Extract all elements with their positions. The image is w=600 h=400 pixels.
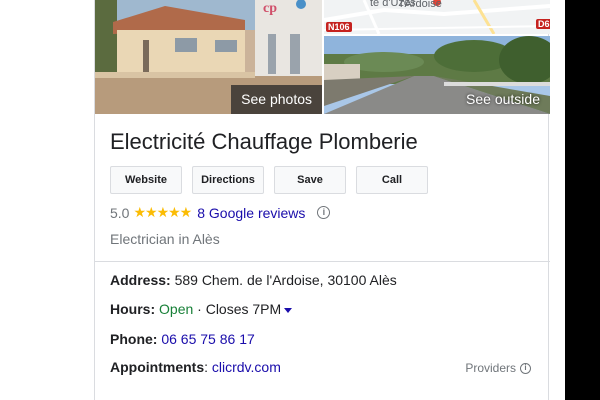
rating-value: 5.0 xyxy=(110,204,130,221)
road-badge-d6: D6 xyxy=(536,19,550,29)
directions-button[interactable]: Directions xyxy=(192,166,264,194)
hours-label: Hours: xyxy=(110,301,156,317)
phone-row: Phone: 06 65 75 86 17 xyxy=(110,331,255,347)
phone-label: Phone: xyxy=(110,331,158,347)
address-value: 589 Chem. de l'Ardoise, 30100 Alès xyxy=(174,272,397,288)
website-button[interactable]: Website xyxy=(110,166,182,194)
reviews-link[interactable]: 8 Google reviews xyxy=(197,205,305,221)
business-photo[interactable]: cp See photos xyxy=(95,0,322,114)
star-rating-icons: ★★★★★ xyxy=(133,204,192,220)
map-label-ardoise: l'Ardoise xyxy=(400,0,442,10)
hours-row: Hours: Open · Closes 7PM xyxy=(110,301,293,317)
hours-expand-caret-icon[interactable] xyxy=(284,307,293,313)
rating-row: 5.0 ★★★★★ 8 Google reviews i xyxy=(110,204,331,221)
action-buttons: Website Directions Save Call xyxy=(110,166,428,194)
phone-number-link[interactable]: 06 65 75 86 17 xyxy=(161,331,254,347)
page-edge-strip xyxy=(565,0,600,400)
providers-info-icon: i xyxy=(520,362,531,374)
business-category: Electrician in Alès xyxy=(110,231,220,247)
appointments-row: Appointments: clicrdv.com xyxy=(110,359,281,375)
street-view-thumbnail[interactable]: See outside xyxy=(324,36,550,114)
appointments-link[interactable]: clicrdv.com xyxy=(212,359,281,375)
photo-strip: cp See photos te d'Uzès l'Ardoise N106 D… xyxy=(95,0,550,114)
appointments-label: Appointments xyxy=(110,359,205,375)
hours-status: Open xyxy=(159,301,194,317)
appointments-colon: : xyxy=(204,359,208,375)
map-thumbnail[interactable]: te d'Uzès l'Ardoise N106 D6 xyxy=(324,0,550,34)
see-outside-label: See outside xyxy=(466,91,540,107)
call-button[interactable]: Call xyxy=(356,166,428,194)
map-and-street-thumbs: te d'Uzès l'Ardoise N106 D6 See outside xyxy=(324,0,550,114)
info-icon[interactable]: i xyxy=(317,206,331,219)
hours-detail: · Closes 7PM xyxy=(197,301,282,317)
address-label: Address: xyxy=(110,272,171,288)
providers-note[interactable]: Providers i xyxy=(465,361,531,375)
road-badge-n106: N106 xyxy=(326,22,352,32)
business-name: Electricité Chauffage Plomberie xyxy=(110,129,418,154)
section-divider xyxy=(95,261,550,262)
providers-label: Providers xyxy=(465,361,516,375)
save-button[interactable]: Save xyxy=(274,166,346,194)
see-photos-label: See photos xyxy=(231,85,322,114)
svg-text:cp: cp xyxy=(263,1,277,16)
address-row: Address: 589 Chem. de l'Ardoise, 30100 A… xyxy=(110,272,397,288)
business-profile-panel: cp See photos te d'Uzès l'Ardoise N106 D… xyxy=(94,0,550,400)
